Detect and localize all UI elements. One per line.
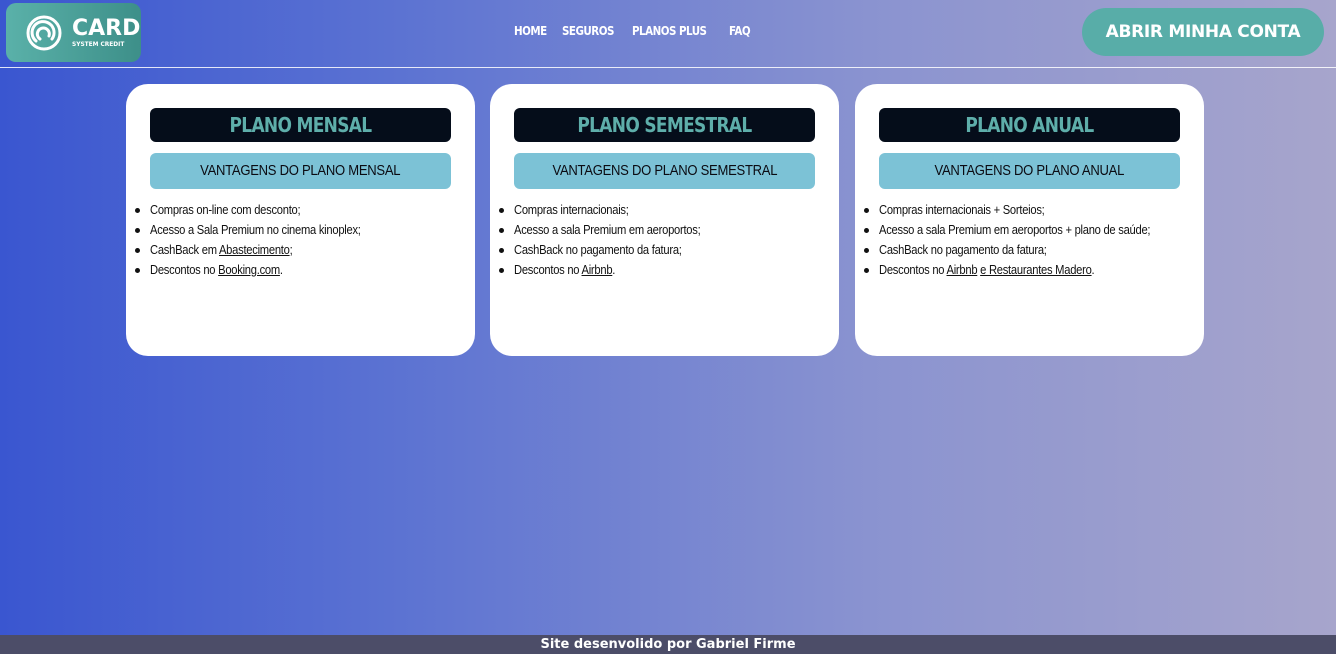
list-item: Acesso a sala Premium em aeroportos; xyxy=(499,220,834,240)
plan-title: PLANO ANUAL xyxy=(879,108,1180,142)
nav-seguros[interactable]: SEGUROS xyxy=(562,24,614,38)
list-item: Compras internacionais; xyxy=(499,200,834,220)
plan-card-anual: PLANO ANUAL VANTAGENS DO PLANO ANUAL Com… xyxy=(855,84,1204,356)
site-footer: Site desenvolido por Gabriel Firme xyxy=(0,635,1336,654)
airbnb-link[interactable]: Airbnb xyxy=(947,262,978,277)
list-item: Acesso a Sala Premium no cinema kinoplex… xyxy=(135,220,470,240)
list-item: Acesso a sala Premium em aeroportos + pl… xyxy=(864,220,1199,240)
plan-title: PLANO SEMESTRAL xyxy=(514,108,815,142)
benefits-list: Compras internacionais; Acesso a sala Pr… xyxy=(499,200,834,280)
open-account-button[interactable]: ABRIR MINHA CONTA xyxy=(1082,8,1324,56)
list-item: Descontos no Airbnb e Restaurantes Mader… xyxy=(864,260,1199,280)
airbnb-link[interactable]: Airbnb xyxy=(582,262,613,277)
nav-home[interactable]: HOME xyxy=(514,24,547,38)
plan-title: PLANO MENSAL xyxy=(150,108,451,142)
footer-credit: Site desenvolido por Gabriel Firme xyxy=(540,637,796,652)
list-item: Descontos no Booking.com. xyxy=(135,260,470,280)
booking-link[interactable]: Booking.com xyxy=(218,262,280,277)
brand-name: CARD SYSTEM CREDIT xyxy=(72,15,141,48)
plan-subtitle: VANTAGENS DO PLANO SEMESTRAL xyxy=(514,153,815,189)
brand-logo[interactable]: CARD SYSTEM CREDIT xyxy=(6,3,141,62)
main-nav: HOME SEGUROS PLANOS PLUS FAQ xyxy=(514,24,753,38)
plan-card-semestral: PLANO SEMESTRAL VANTAGENS DO PLANO SEMES… xyxy=(490,84,839,356)
benefits-list: Compras on-line com desconto; Acesso a S… xyxy=(135,200,470,280)
list-item: Descontos no Airbnb. xyxy=(499,260,834,280)
brand-subtitle: SYSTEM CREDIT xyxy=(72,39,125,48)
plan-card-mensal: PLANO MENSAL VANTAGENS DO PLANO MENSAL C… xyxy=(126,84,475,356)
nav-planos-plus[interactable]: PLANOS PLUS xyxy=(632,24,707,38)
plan-subtitle: VANTAGENS DO PLANO MENSAL xyxy=(150,153,451,189)
site-header: CARD SYSTEM CREDIT HOME SEGUROS PLANOS P… xyxy=(0,0,1336,68)
brand-title: CARD xyxy=(72,15,141,41)
list-item: CashBack no pagamento da fatura; xyxy=(499,240,834,260)
contactless-logo-icon xyxy=(26,15,62,50)
list-item: Compras on-line com desconto; xyxy=(135,200,470,220)
benefits-list: Compras internacionais + Sorteios; Acess… xyxy=(864,200,1199,280)
list-item: Compras internacionais + Sorteios; xyxy=(864,200,1199,220)
plan-subtitle: VANTAGENS DO PLANO ANUAL xyxy=(879,153,1180,189)
abastecimento-link[interactable]: Abastecimento xyxy=(219,242,290,257)
madero-link[interactable]: e Restaurantes Madero xyxy=(980,262,1092,277)
list-item: CashBack em Abastecimento; xyxy=(135,240,470,260)
nav-faq[interactable]: FAQ xyxy=(729,24,751,38)
list-item: CashBack no pagamento da fatura; xyxy=(864,240,1199,260)
